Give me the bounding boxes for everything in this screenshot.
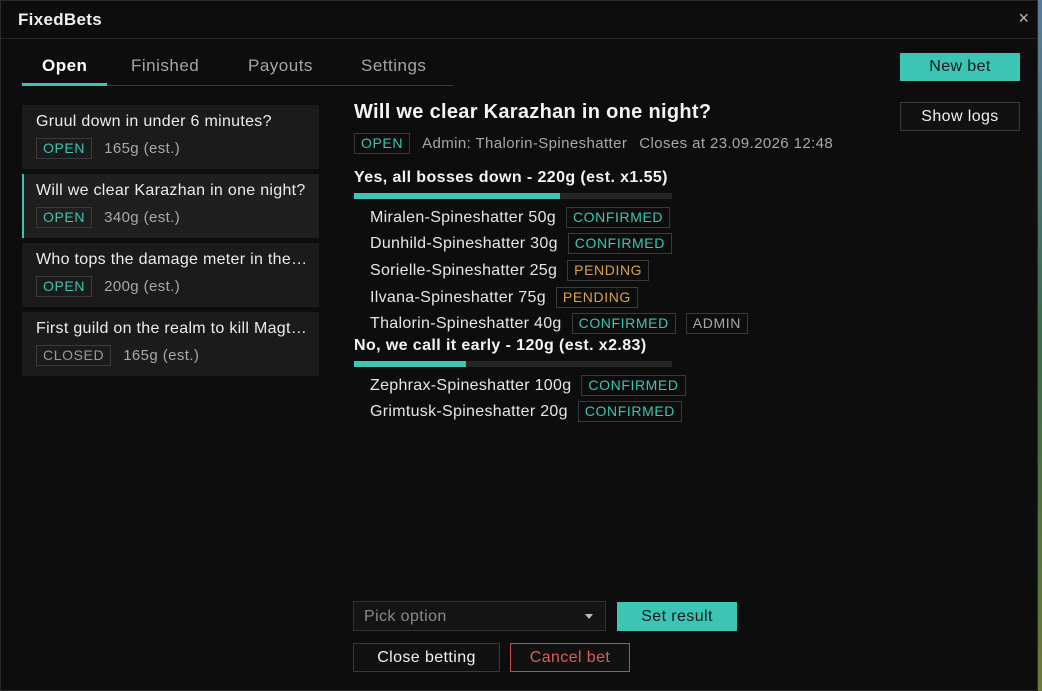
- status-badge: CONFIRMED: [581, 375, 686, 396]
- option-share-bar: [354, 193, 672, 199]
- bet-pot-amount: 165g (est.): [123, 347, 200, 364]
- option-share-fill: [354, 193, 560, 199]
- show-logs-button[interactable]: Show logs: [900, 102, 1020, 131]
- bet-close-time: Closes at 23.09.2026 12:48: [639, 135, 834, 152]
- close-icon[interactable]: ×: [1018, 8, 1029, 28]
- title-bar: FixedBets ×: [1, 1, 1039, 39]
- option-heading: No, we call it early - 120g (est. x2.83): [354, 337, 647, 354]
- bet-question: Gruul down in under 6 minutes?: [36, 113, 272, 130]
- bet-detail-info: OPEN Admin: Thalorin-Spineshatter Closes…: [354, 133, 833, 154]
- status-badge: CONFIRMED: [567, 233, 672, 254]
- admin-badge: ADMIN: [685, 313, 748, 334]
- window-title: FixedBets: [18, 10, 102, 29]
- bet-pot-amount: 165g (est.): [104, 140, 181, 157]
- tab-open[interactable]: Open: [42, 56, 87, 76]
- wager-name: Sorielle-Spineshatter 25g: [370, 261, 558, 279]
- background-edge: [1038, 0, 1042, 691]
- fixedbets-window: FixedBets × Open Finished Payouts Settin…: [0, 0, 1039, 691]
- status-badge: CONFIRMED: [571, 313, 676, 334]
- status-badge: PENDING: [555, 287, 638, 308]
- status-badge: CLOSED: [36, 345, 112, 366]
- option-share-fill: [354, 361, 467, 367]
- bet-list-item[interactable]: Gruul down in under 6 minutes? OPEN 165g…: [22, 105, 319, 169]
- active-tab-indicator: [22, 83, 107, 86]
- bet-list-item[interactable]: Who tops the damage meter in the raid to…: [22, 243, 319, 307]
- pick-option-placeholder: Pick option: [364, 608, 447, 625]
- status-badge: CONFIRMED: [565, 207, 671, 228]
- status-badge: OPEN: [354, 133, 411, 154]
- bet-question: Who tops the damage meter in the raid to…: [36, 251, 310, 268]
- status-badge: OPEN: [36, 276, 93, 297]
- pick-option-dropdown[interactable]: Pick option: [353, 601, 606, 631]
- wager-entry: Grimtusk-Spineshatter 20g CONFIRMED: [370, 401, 682, 422]
- bet-list-item-selected[interactable]: Will we clear Karazhan in one night? OPE…: [22, 174, 319, 238]
- wager-entry: Ilvana-Spineshatter 75g PENDING: [370, 287, 638, 308]
- wager-name: Grimtusk-Spineshatter 20g: [370, 402, 568, 420]
- wager-name: Ilvana-Spineshatter 75g: [370, 288, 546, 306]
- bet-pot-amount: 340g (est.): [104, 209, 181, 226]
- bet-pot-amount: 200g (est.): [104, 278, 181, 295]
- wager-entry: Dunhild-Spineshatter 30g CONFIRMED: [370, 233, 672, 254]
- bet-detail-title: Will we clear Karazhan in one night?: [354, 101, 712, 123]
- status-badge: OPEN: [36, 138, 93, 159]
- option-heading: Yes, all bosses down - 220g (est. x1.55): [354, 169, 668, 186]
- wager-name: Thalorin-Spineshatter 40g: [370, 314, 562, 332]
- wager-name: Zephrax-Spineshatter 100g: [370, 376, 572, 394]
- status-badge: CONFIRMED: [577, 401, 682, 422]
- new-bet-button[interactable]: New bet: [900, 53, 1020, 81]
- tab-payouts[interactable]: Payouts: [248, 56, 313, 76]
- wager-entry: Thalorin-Spineshatter 40g CONFIRMED ADMI…: [370, 313, 748, 334]
- tab-settings[interactable]: Settings: [361, 56, 426, 76]
- bet-list-item[interactable]: First guild on the realm to kill Magther…: [22, 312, 319, 376]
- tab-bar: Open Finished Payouts Settings: [22, 53, 453, 86]
- cancel-bet-button[interactable]: Cancel bet: [510, 643, 630, 672]
- bet-question: First guild on the realm to kill Magther…: [36, 320, 310, 337]
- chevron-down-icon: [585, 614, 593, 619]
- option-share-bar: [354, 361, 672, 367]
- status-badge: PENDING: [567, 260, 650, 281]
- close-betting-button[interactable]: Close betting: [353, 643, 500, 672]
- bet-question: Will we clear Karazhan in one night?: [36, 182, 306, 199]
- wager-entry: Zephrax-Spineshatter 100g CONFIRMED: [370, 375, 686, 396]
- wager-name: Miralen-Spineshatter 50g: [370, 208, 556, 226]
- bet-admin: Admin: Thalorin-Spineshatter: [422, 135, 628, 152]
- status-badge: OPEN: [36, 207, 93, 228]
- wager-name: Dunhild-Spineshatter 30g: [370, 234, 558, 252]
- wager-entry: Sorielle-Spineshatter 25g PENDING: [370, 260, 650, 281]
- set-result-button[interactable]: Set result: [617, 602, 737, 631]
- wager-entry: Miralen-Spineshatter 50g CONFIRMED: [370, 207, 671, 228]
- tab-finished[interactable]: Finished: [131, 56, 199, 76]
